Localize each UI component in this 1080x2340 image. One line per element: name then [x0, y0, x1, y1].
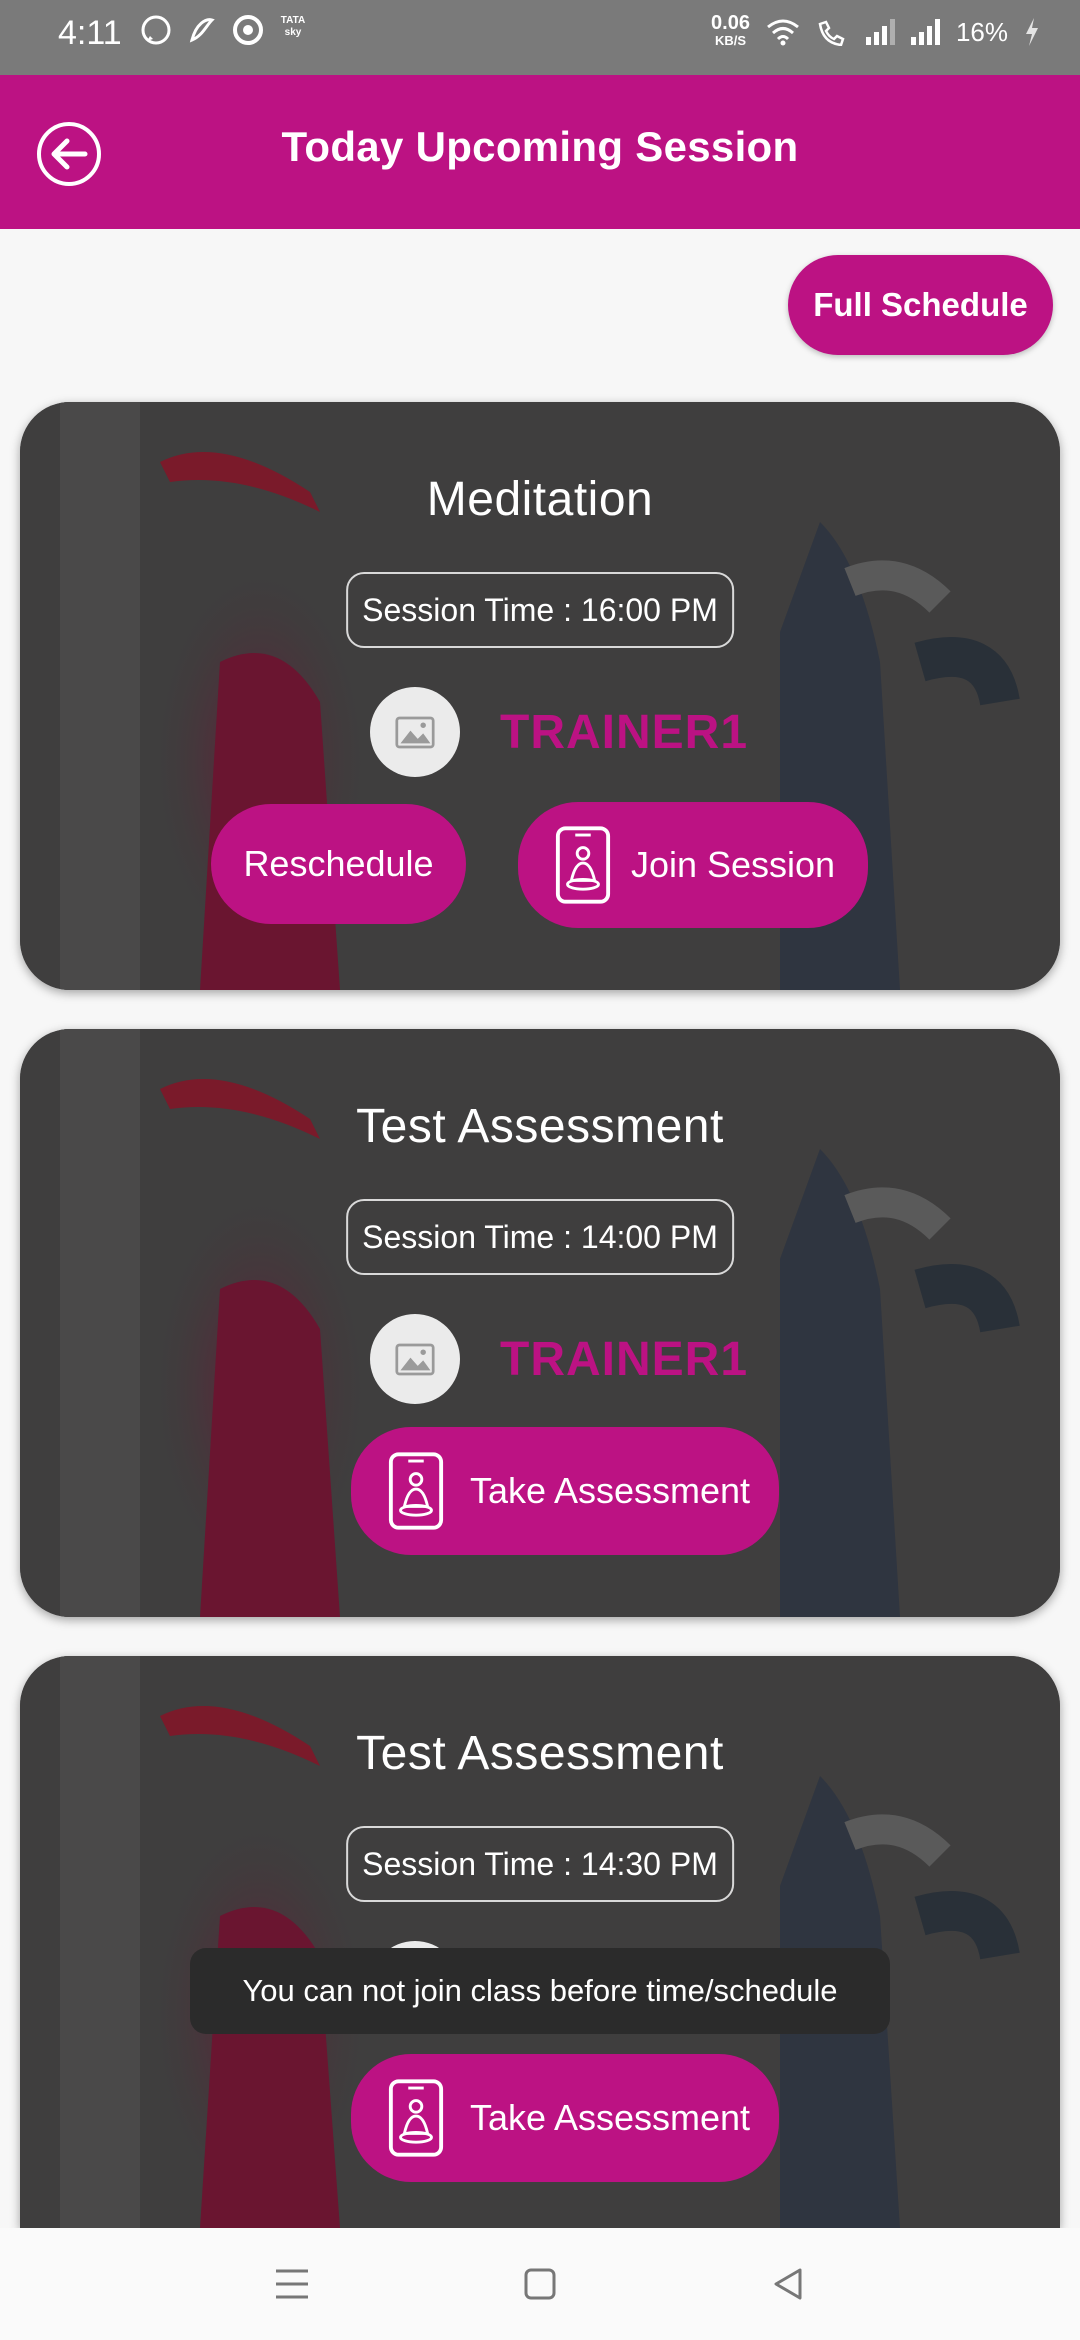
app-icon — [189, 18, 215, 43]
trainer-row: TRAINER1 — [370, 687, 748, 777]
charging-icon — [1026, 18, 1038, 46]
session-time: Session Time : 14:00 PM — [346, 1199, 734, 1275]
trainer-name: TRAINER1 — [500, 1332, 749, 1386]
tata-sky-icon: TATA sky — [280, 15, 306, 38]
session-card: Meditation Session Time : 16:00 PM TRAIN… — [20, 402, 1060, 990]
page-title: Today Upcoming Session — [281, 123, 799, 170]
session-card: Test Assessment Session Time : 14:00 PM … — [20, 1029, 1060, 1617]
join-session-label: Join Session — [630, 844, 836, 885]
trainer-row: TRAINER1 — [370, 1314, 748, 1404]
session-card: Test Assessment Session Time : 14:30 PM … — [20, 1656, 1060, 2228]
take-assessment-label: Take Assessment — [469, 1470, 751, 1511]
join-session-button[interactable]: Join Session — [518, 802, 868, 928]
trainer-avatar — [370, 1314, 460, 1404]
session-title: Meditation — [426, 473, 654, 526]
data-speed: 0.06 KB/S — [711, 12, 750, 48]
circle-app-icon — [233, 15, 263, 45]
session-time: Session Time : 16:00 PM — [346, 572, 734, 648]
status-bar: 4:11 TATA sky 0.06 KB/S 16% — [0, 0, 1080, 75]
meditation-phone-icon — [387, 1452, 445, 1530]
trainer-avatar — [370, 687, 460, 777]
image-placeholder-icon — [395, 1343, 435, 1376]
signal-1-icon — [865, 19, 895, 45]
take-assessment-button[interactable]: Take Assessment — [351, 1427, 779, 1555]
status-left-icons: TATA sky — [140, 14, 308, 46]
home-button[interactable] — [512, 2256, 568, 2312]
status-right-icons: 0.06 KB/S 16% — [711, 12, 1040, 50]
session-title: Test Assessment — [356, 1727, 724, 1780]
take-assessment-button[interactable]: Take Assessment — [351, 2054, 779, 2182]
toast-message: You can not join class before time/sched… — [190, 1948, 890, 2034]
menu-icon — [276, 2269, 308, 2299]
recent-apps-button[interactable] — [264, 2256, 320, 2312]
signal-2-icon — [910, 19, 940, 45]
status-time: 4:11 — [58, 14, 122, 52]
session-title: Test Assessment — [356, 1100, 724, 1153]
take-assessment-label: Take Assessment — [469, 2097, 751, 2138]
reschedule-button[interactable]: Reschedule — [211, 804, 466, 924]
volte-call-icon — [818, 20, 845, 46]
whatsapp-icon — [141, 15, 171, 45]
full-schedule-button[interactable]: Full Schedule — [788, 255, 1053, 355]
system-back-button[interactable] — [760, 2256, 816, 2312]
battery-level: 16% — [955, 16, 1008, 47]
home-icon — [524, 2268, 556, 2300]
meditation-phone-icon — [554, 826, 612, 904]
image-placeholder-icon — [395, 716, 435, 749]
meditation-phone-icon — [387, 2079, 445, 2157]
trainer-name: TRAINER1 — [500, 705, 749, 759]
system-nav-bar — [0, 2228, 1080, 2340]
back-triangle-icon — [774, 2268, 802, 2300]
session-time: Session Time : 14:30 PM — [346, 1826, 734, 1902]
wifi-icon — [767, 19, 799, 46]
app-bar: Today Upcoming Session — [0, 75, 1080, 229]
